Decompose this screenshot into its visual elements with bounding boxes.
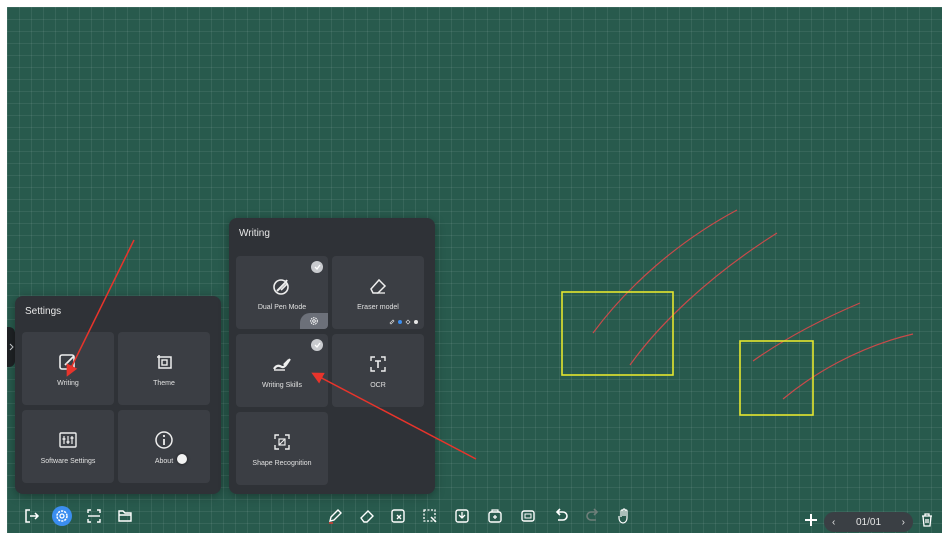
eraser-icon	[367, 275, 389, 297]
writing-panel-title: Writing	[239, 228, 270, 239]
shape-recognition-icon	[271, 431, 293, 453]
pen-tool-button[interactable]	[326, 507, 344, 525]
writing-item-label: Writing Skills	[262, 381, 302, 389]
ink-stroke	[592, 209, 738, 334]
screen-icon	[521, 510, 535, 522]
settings-item-writing[interactable]: Writing	[22, 332, 114, 405]
writing-item-shape-recognition[interactable]: Shape Recognition	[236, 412, 328, 485]
exit-button[interactable]	[23, 507, 41, 525]
touch-cursor	[177, 454, 187, 464]
bottom-toolbar	[0, 498, 942, 533]
eraser-mini-icon	[389, 319, 395, 325]
eraser-icon	[360, 510, 374, 523]
dual-pen-settings-button[interactable]	[300, 313, 328, 329]
info-icon	[153, 429, 175, 451]
palm-eraser-mini-icon	[405, 319, 411, 325]
prev-page-button[interactable]: ‹	[832, 517, 835, 528]
settings-item-label: Software Settings	[40, 457, 96, 465]
settings-item-label: Theme	[153, 379, 175, 387]
eraser-tool-button[interactable]	[358, 507, 376, 525]
page-indicator: 01/01	[855, 516, 882, 528]
settings-item-theme[interactable]: Theme	[118, 332, 210, 405]
undo-icon	[555, 508, 568, 521]
tools-button[interactable]	[486, 507, 504, 525]
writing-skills-icon	[271, 353, 293, 375]
settings-item-label: About	[154, 457, 174, 465]
settings-icon	[56, 510, 68, 522]
sliders-icon	[57, 429, 79, 451]
annotation-box	[739, 340, 814, 416]
settings-item-label: Writing	[57, 379, 79, 387]
mode-dot	[414, 320, 418, 324]
writing-item-label: OCR	[370, 381, 386, 389]
clear-button[interactable]	[389, 507, 407, 525]
hand-icon	[618, 508, 628, 524]
roam-button[interactable]	[615, 507, 633, 525]
screen-button[interactable]	[519, 507, 537, 525]
writing-item-dual-pen-mode[interactable]: Dual Pen Mode	[236, 256, 328, 329]
select-button[interactable]	[421, 507, 439, 525]
plus-icon	[805, 514, 817, 526]
ink-stroke	[782, 333, 914, 400]
page-navigator: ‹ 01/01 ›	[824, 512, 913, 532]
writing-item-eraser-model[interactable]: Eraser model	[332, 256, 424, 329]
settings-panel-title: Settings	[25, 306, 62, 317]
eraser-mode-indicators	[389, 319, 418, 325]
next-page-button[interactable]: ›	[902, 517, 905, 528]
mode-dot-active	[398, 320, 402, 324]
folder-button[interactable]	[116, 507, 134, 525]
gear-icon	[310, 317, 318, 325]
undo-button[interactable]	[552, 507, 570, 525]
settings-panel: Settings Writing Theme Software Settings…	[15, 296, 221, 494]
scan-button[interactable]	[85, 507, 103, 525]
import-icon	[455, 509, 469, 523]
settings-item-software-settings[interactable]: Software Settings	[22, 410, 114, 483]
ink-stroke	[752, 302, 861, 362]
edit-square-icon	[57, 351, 79, 373]
scan-icon	[87, 509, 101, 523]
writing-item-writing-skills[interactable]: Writing Skills	[236, 334, 328, 407]
select-icon	[423, 509, 437, 523]
writing-item-label: Eraser model	[357, 303, 399, 311]
annotation-box	[561, 291, 674, 376]
redo-icon	[586, 508, 599, 521]
add-page-button[interactable]	[802, 511, 820, 529]
folder-icon	[118, 510, 132, 522]
side-drawer-handle[interactable]	[7, 327, 15, 367]
tools-icon	[488, 509, 502, 523]
redo-button[interactable]	[584, 507, 602, 525]
settings-button[interactable]	[52, 506, 72, 526]
exit-icon	[25, 509, 40, 523]
checkmark-icon	[311, 261, 323, 273]
pen-icon	[329, 509, 342, 524]
delete-page-button[interactable]	[918, 511, 936, 529]
writing-item-label: Shape Recognition	[252, 459, 312, 467]
import-button[interactable]	[453, 507, 471, 525]
checkmark-icon	[311, 339, 323, 351]
writing-panel: Writing Dual Pen Mode Eraser model Writi…	[229, 218, 435, 494]
theme-icon	[153, 351, 175, 373]
dual-pen-icon	[271, 275, 293, 297]
writing-item-label: Dual Pen Mode	[257, 303, 307, 311]
trash-icon	[922, 513, 932, 527]
settings-item-about[interactable]: About	[118, 410, 210, 483]
writing-item-ocr[interactable]: OCR	[332, 334, 424, 407]
ink-stroke	[629, 232, 778, 366]
chevron-right-icon	[9, 343, 14, 351]
ocr-icon	[367, 353, 389, 375]
clear-icon	[391, 509, 405, 523]
